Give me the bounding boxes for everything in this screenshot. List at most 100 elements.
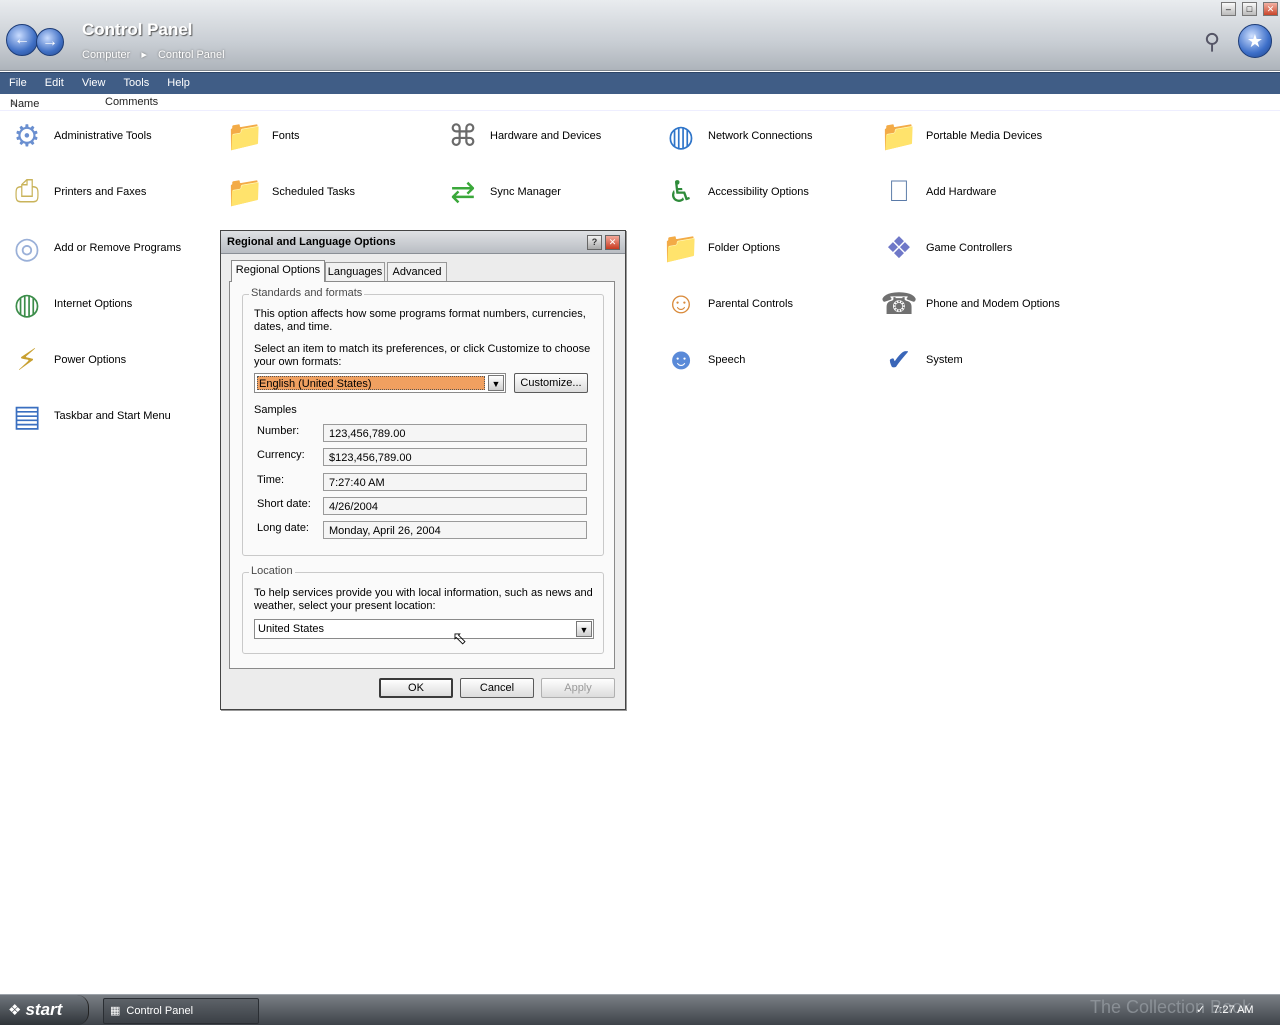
- sort-ascending-icon: ▲: [10, 98, 18, 107]
- back-arrow-icon: ←: [14, 31, 30, 48]
- menu-file[interactable]: File: [0, 73, 27, 94]
- standards-group-title: Standards and formats: [249, 287, 365, 299]
- sample-short-date-label: Short date:: [257, 498, 311, 510]
- item-game-controllers[interactable]: ❖ Game Controllers: [876, 224, 1013, 272]
- item-portable-media-devices[interactable]: 📁 Portable Media Devices: [876, 112, 1042, 160]
- item-scheduled-tasks[interactable]: 📁 Scheduled Tasks: [222, 168, 355, 216]
- sample-currency-label: Currency:: [257, 449, 305, 461]
- item-printers-and-faxes[interactable]: ⎙ Printers and Faxes: [4, 168, 146, 216]
- minimize-button[interactable]: –: [1220, 2, 1236, 16]
- standards-group: Standards and formats This option affect…: [242, 287, 604, 556]
- tab-languages[interactable]: Languages: [325, 262, 385, 281]
- menu-edit[interactable]: Edit: [36, 73, 64, 94]
- star-icon: ★: [1246, 31, 1264, 51]
- printer-icon: ⎙: [15, 175, 39, 208]
- breadcrumb-control-panel[interactable]: Control Panel: [158, 49, 225, 61]
- column-comments[interactable]: Comments: [105, 96, 158, 108]
- search-icon: ⚲: [1203, 29, 1221, 54]
- samples-label: Samples: [254, 404, 297, 416]
- sample-currency-field: $123,456,789.00: [323, 448, 587, 466]
- sample-time-label: Time:: [257, 474, 285, 486]
- forward-button[interactable]: →: [36, 28, 64, 56]
- customize-button[interactable]: Customize...: [514, 373, 588, 393]
- folder-fonts-icon: 📁: [226, 119, 264, 153]
- search-button[interactable]: ⚲: [1198, 28, 1226, 56]
- regional-language-dialog: Regional and Language Options ? ✕ Region…: [220, 230, 626, 710]
- back-button[interactable]: ←: [6, 24, 38, 56]
- apply-button[interactable]: Apply: [541, 678, 615, 698]
- sample-long-date-field: Monday, April 26, 2004: [323, 521, 587, 539]
- breadcrumb-computer[interactable]: Computer: [82, 49, 130, 61]
- item-add-or-remove-programs[interactable]: ◎ Add or Remove Programs: [4, 224, 181, 272]
- item-folder-options[interactable]: 📁 Folder Options: [658, 224, 780, 272]
- item-taskbar-and-start-menu[interactable]: ▤ Taskbar and Start Menu: [4, 392, 171, 440]
- item-speech[interactable]: ☻ Speech: [658, 336, 745, 384]
- hardware-icon: ⌘: [448, 119, 478, 153]
- sample-number-field: 123,456,789.00: [323, 424, 587, 442]
- wheelchair-icon: ♿: [667, 175, 695, 209]
- item-hardware-and-devices[interactable]: ⌘ Hardware and Devices: [440, 112, 601, 160]
- item-sync-manager[interactable]: ⇄ Sync Manager: [440, 168, 561, 216]
- item-system[interactable]: ✔ System: [876, 336, 962, 384]
- menu-view[interactable]: View: [73, 73, 106, 94]
- standards-description: This option affects how some programs fo…: [254, 308, 586, 333]
- folder-check-icon: 📁: [662, 231, 700, 265]
- column-headers: Name ▲ Comments: [0, 94, 1280, 111]
- window-controls: – □ ✕: [1218, 2, 1278, 16]
- format-select[interactable]: English (United States) ▼: [254, 373, 506, 393]
- admin-tools-icon: ⚙: [13, 119, 41, 153]
- item-power-options[interactable]: ⚡ Power Options: [4, 336, 126, 384]
- system-tray: ✓ 7:27 AM: [1196, 995, 1280, 1025]
- start-button[interactable]: ❖ start: [0, 995, 89, 1025]
- close-button[interactable]: ✕: [1263, 2, 1278, 16]
- tab-panel: Standards and formats This option affect…: [229, 281, 615, 669]
- cd-box-icon: ◎: [13, 231, 41, 265]
- item-phone-and-modem-options[interactable]: ☎ Phone and Modem Options: [876, 280, 1060, 328]
- window-title: Control Panel: [82, 20, 193, 39]
- item-administrative-tools[interactable]: ⚙ Administrative Tools: [4, 112, 152, 160]
- taskbar-icon: ▤: [12, 399, 42, 433]
- phone-modem-icon: ☎: [880, 287, 918, 321]
- breadcrumb-separator-icon: ▸: [141, 49, 147, 61]
- location-select[interactable]: United States ▼: [254, 619, 594, 639]
- tab-advanced[interactable]: Advanced: [387, 262, 447, 281]
- gamepad-icon: ❖: [885, 231, 913, 265]
- favorites-button[interactable]: ★: [1238, 24, 1272, 58]
- item-add-hardware[interactable]: ⎕ Add Hardware: [876, 168, 996, 216]
- dialog-close-button[interactable]: ✕: [605, 235, 620, 250]
- chevron-down-icon[interactable]: ▼: [576, 621, 592, 637]
- windows-flag-icon: ❖: [8, 1002, 22, 1019]
- breadcrumb: Computer ▸ Control Panel: [82, 48, 233, 61]
- forward-arrow-icon: →: [42, 33, 58, 50]
- taskbar-item-control-panel[interactable]: ▦ Control Panel: [103, 998, 259, 1024]
- sample-short-date-field: 4/26/2004: [323, 497, 587, 515]
- menu-tools[interactable]: Tools: [115, 73, 150, 94]
- location-description: To help services provide you with local …: [254, 587, 593, 612]
- clock[interactable]: 7:27 AM: [1213, 1004, 1253, 1016]
- cancel-button[interactable]: Cancel: [460, 678, 534, 698]
- item-parental-controls[interactable]: ☺ Parental Controls: [658, 280, 793, 328]
- dialog-title: Regional and Language Options: [227, 236, 396, 248]
- power-plug-icon: ⚡: [16, 343, 38, 377]
- menu-help[interactable]: Help: [158, 73, 190, 94]
- sample-number-label: Number:: [257, 425, 300, 437]
- dialog-title-bar[interactable]: Regional and Language Options ? ✕: [221, 231, 625, 254]
- network-tray-icon[interactable]: ✓: [1196, 1004, 1205, 1016]
- title-bar: ← → Control Panel Computer ▸ Control Pan…: [0, 0, 1280, 71]
- dialog-help-button[interactable]: ?: [587, 235, 602, 250]
- maximize-button[interactable]: □: [1241, 2, 1257, 16]
- ok-button[interactable]: OK: [379, 678, 453, 698]
- item-internet-options[interactable]: ◍ Internet Options: [4, 280, 132, 328]
- location-select-value: United States: [258, 623, 325, 635]
- item-accessibility-options[interactable]: ♿ Accessibility Options: [658, 168, 809, 216]
- people-icon: ☺: [665, 287, 697, 320]
- item-fonts[interactable]: 📁 Fonts: [222, 112, 299, 160]
- item-network-connections[interactable]: ◍ Network Connections: [658, 112, 813, 160]
- chevron-down-icon[interactable]: ▼: [488, 375, 504, 391]
- globe-icon: ◍: [13, 287, 41, 321]
- menu-bar: File Edit View Tools Help: [0, 72, 1280, 94]
- location-group-title: Location: [249, 565, 295, 577]
- media-folder-icon: 📁: [880, 119, 918, 153]
- speech-bubble-icon: ☻: [665, 343, 697, 376]
- tab-regional-options[interactable]: Regional Options: [231, 260, 325, 282]
